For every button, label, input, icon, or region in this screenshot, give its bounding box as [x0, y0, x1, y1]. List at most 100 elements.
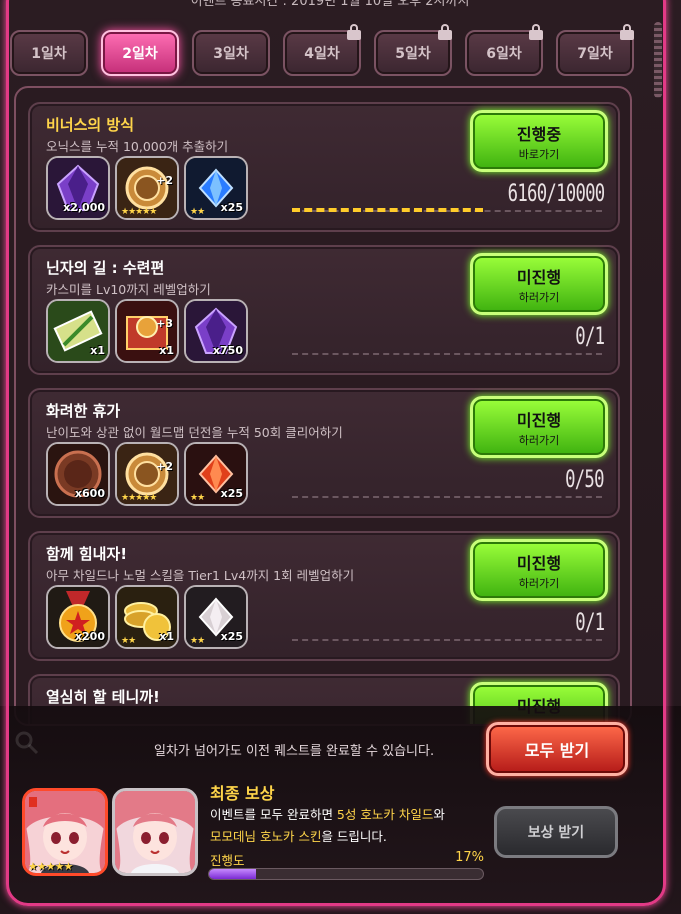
- scrollbar-handle[interactable]: [654, 22, 662, 98]
- lock-icon: [438, 24, 452, 40]
- carry-over-note: 일차가 넘어가도 이전 퀘스트를 완료할 수 있습니다.: [154, 744, 435, 759]
- reward-quantity: x25: [220, 201, 243, 214]
- quest-list[interactable]: 비너스의 방식 오닉스를 누적 10,000개 추출하기 x2,000 +2 ★★★★★…: [14, 86, 632, 726]
- reward-stars: ★★★★★: [121, 207, 157, 217]
- final-desc-text: 와: [433, 807, 445, 822]
- quest-progress-count: 0/1: [574, 322, 605, 350]
- quest-go-button[interactable]: 진행중바로가기: [470, 110, 608, 172]
- portrait-stars: ★★★★★: [28, 860, 73, 873]
- tab-day-2[interactable]: 2일차: [101, 30, 179, 76]
- quest-description: 오닉스를 누적 10,000개 추출하기: [46, 139, 229, 154]
- quest-progress-track: [292, 496, 602, 498]
- button-action-label: 하러가기: [518, 434, 560, 447]
- button-status-label: 미진행: [516, 268, 562, 287]
- lock-icon: [347, 24, 361, 40]
- reward-stars: ★★: [190, 636, 205, 646]
- tab-day-6[interactable]: 6일차: [465, 24, 543, 76]
- tab-day-7[interactable]: 7일차: [556, 24, 634, 76]
- quest-progress-fill: [292, 208, 483, 212]
- tab-label: 3일차: [213, 46, 249, 62]
- lock-icon: [529, 24, 543, 40]
- button-status-label: 미진행: [516, 411, 562, 430]
- button-status-label: 진행중: [516, 125, 562, 144]
- reward-item[interactable]: x200: [46, 585, 110, 649]
- tab-label: 2일차: [122, 46, 158, 62]
- reward-stars: ★★: [190, 493, 205, 503]
- reward-stars: ★★★★★: [121, 493, 157, 503]
- reward-item[interactable]: x2,000: [46, 156, 110, 220]
- tab-day-4[interactable]: 4일차: [283, 24, 361, 76]
- final-reward-title: 최종 보상: [210, 784, 275, 803]
- tab-day-3[interactable]: 3일차: [192, 30, 270, 76]
- reward-item[interactable]: x1 ★★: [115, 585, 179, 649]
- honoka-child-portrait: ★★★★★: [22, 788, 108, 876]
- quest-progress-count: 0/50: [565, 465, 604, 493]
- overall-progress-fill: [209, 869, 256, 879]
- quest-card: 비너스의 방식 오닉스를 누적 10,000개 추출하기 x2,000 +2 ★★★★★…: [28, 102, 620, 232]
- reward-item[interactable]: x600: [46, 442, 110, 506]
- tab-label: 5일차: [395, 46, 431, 62]
- reward-plus: +3: [156, 317, 173, 330]
- quest-progress-track: [292, 639, 602, 641]
- reward-quantity: x2,000: [63, 201, 105, 214]
- reward-item[interactable]: x25 ★★: [184, 585, 248, 649]
- tab-day-1[interactable]: 1일차: [10, 30, 88, 76]
- reward-plus: +2: [156, 174, 173, 187]
- event-window: 이벤트 종료시간 : 2019년 1월 10일 오후 2시까지 1일차 2일차 3일…: [0, 0, 681, 914]
- quest-start-button[interactable]: 미진행하러가기: [470, 396, 608, 458]
- reward-item[interactable]: x1: [46, 299, 110, 363]
- button-action-label: 하러가기: [518, 291, 560, 304]
- search-icon: [14, 730, 40, 761]
- quest-description: 카스미를 Lv10까지 레벨업하기: [46, 282, 211, 297]
- button-action-label: 바로가기: [518, 148, 560, 161]
- quest-card: 닌자의 길 : 수련편카스미를 Lv10까지 레벨업하기 x1 +3 x1 x750 미진…: [28, 245, 620, 375]
- tab-label: 6일차: [486, 46, 522, 62]
- lock-icon: [620, 24, 634, 40]
- reward-stars: ★★: [190, 207, 205, 217]
- quest-title: 비너스의 방식: [46, 116, 135, 134]
- quest-start-button[interactable]: 미진행하러가기: [470, 253, 608, 315]
- final-reward-desc: 이벤트를 모두 완료하면 5성 호노카 차일드와 모모데님 호노카 스킨을 드립…: [210, 804, 445, 848]
- honoka-skin-portrait: [112, 788, 198, 876]
- quest-start-button[interactable]: 미진행하러가기: [470, 539, 608, 601]
- reward-item[interactable]: +2 ★★★★★: [115, 156, 179, 220]
- final-desc-text: 이벤트를 모두 완료하면: [210, 807, 337, 822]
- tab-label: 4일차: [304, 46, 340, 62]
- reward-quantity: x600: [74, 487, 105, 500]
- reward-item[interactable]: x25 ★★: [184, 156, 248, 220]
- quest-description: 난이도와 상관 없이 월드맵 던전을 누적 50회 클리어하기: [46, 425, 343, 440]
- quest-progress-count: 6160/10000: [507, 179, 605, 207]
- quest-title: 열심히 할 테니까!: [46, 688, 160, 706]
- reward-quantity: x750: [212, 344, 243, 357]
- final-desc-text: 을 드립니다.: [321, 829, 387, 844]
- claim-reward-button[interactable]: 보상 받기: [494, 806, 618, 858]
- quest-card: 화려한 휴가난이도와 상관 없이 월드맵 던전을 누적 50회 클리어하기 x60…: [28, 388, 620, 518]
- final-desc-highlight-child: 5성 호노카 차일드: [336, 807, 434, 822]
- final-desc-highlight-skin: 모모데님 호노카 스킨: [210, 829, 322, 844]
- reward-quantity: x1: [159, 630, 174, 643]
- reward-stars: ★★: [121, 636, 136, 646]
- button-action-label: 하러가기: [518, 577, 560, 590]
- button-status-label: 미진행: [516, 554, 562, 573]
- quest-title: 화려한 휴가: [46, 402, 121, 420]
- quest-description: 아무 차일드나 노멀 스킬을 Tier1 Lv4까지 1회 레벨업하기: [46, 568, 355, 583]
- reward-quantity: x200: [74, 630, 105, 643]
- reward-item[interactable]: x25 ★★: [184, 442, 248, 506]
- quest-card: 함께 힘내자! 아무 차일드나 노멀 스킬을 Tier1 Lv4까지 1회 레벨업…: [28, 531, 620, 661]
- event-end-time: 이벤트 종료시간 : 2019년 1월 10일 오후 2시까지: [190, 0, 470, 9]
- claim-all-button[interactable]: 모두 받기: [486, 722, 628, 776]
- reward-quantity: x25: [220, 630, 243, 643]
- quest-title: 함께 힘내자!: [46, 545, 128, 563]
- tab-day-5[interactable]: 5일차: [374, 24, 452, 76]
- tab-label: 7일차: [577, 46, 613, 62]
- quest-progress-track: [292, 353, 602, 355]
- reward-item[interactable]: +3 x1: [115, 299, 179, 363]
- reward-item[interactable]: +2 ★★★★★: [115, 442, 179, 506]
- final-reward-panel: 일차가 넘어가도 이전 퀘스트를 완료할 수 있습니다. 모두 받기 ★★★★★: [0, 706, 681, 914]
- tab-label: 1일차: [31, 46, 67, 62]
- reward-item[interactable]: x750: [184, 299, 248, 363]
- reward-quantity: x1: [159, 344, 174, 357]
- reward-plus: +2: [156, 460, 173, 473]
- reward-quantity: x25: [220, 487, 243, 500]
- quest-title: 닌자의 길 : 수련편: [46, 259, 165, 277]
